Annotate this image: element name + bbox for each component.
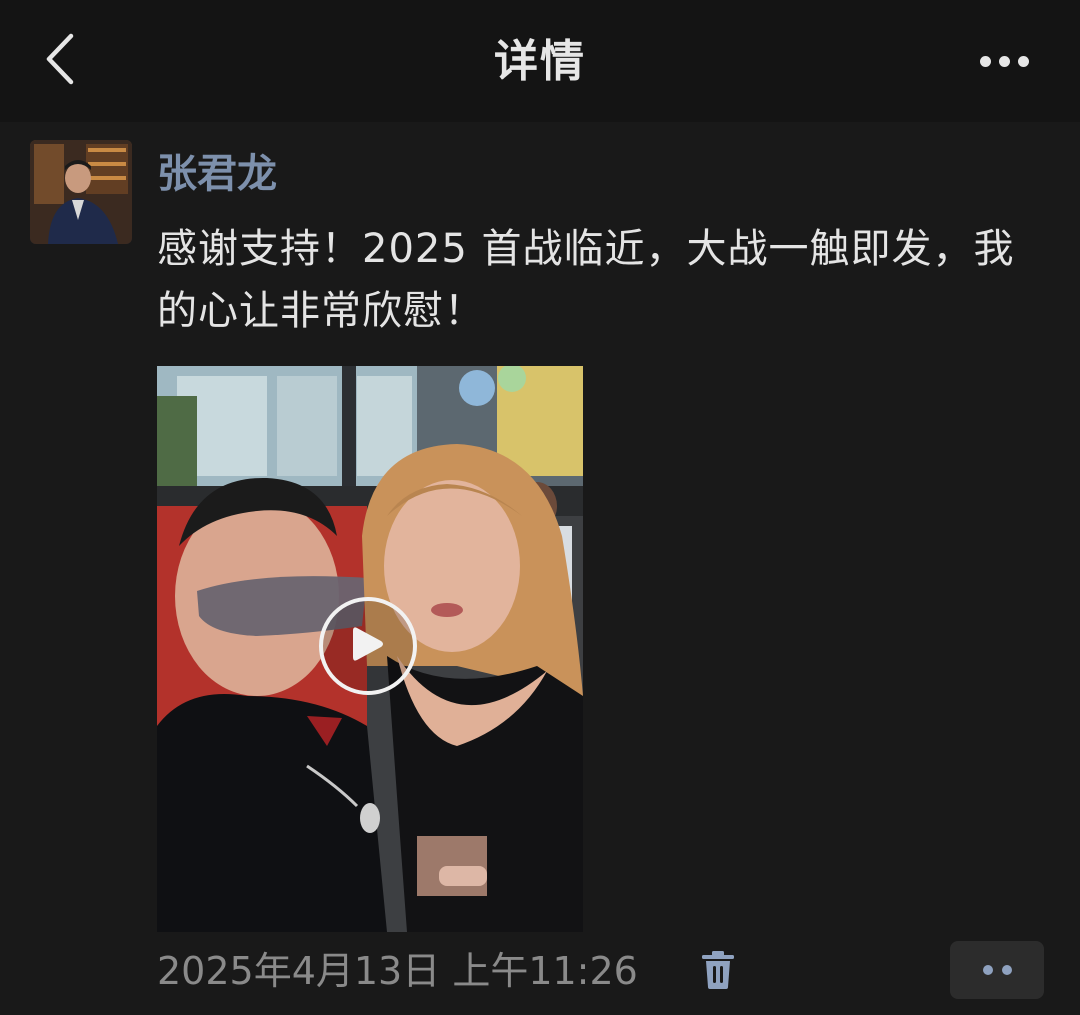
trash-icon: [700, 950, 736, 994]
more-dot: [1017, 55, 1029, 67]
page-title: 详情: [494, 36, 586, 87]
more-dot: [998, 55, 1010, 67]
more-dots-icon: [979, 55, 991, 67]
play-button[interactable]: [319, 597, 417, 695]
two-dots-icon: [982, 965, 993, 975]
author-name[interactable]: 张君龙: [157, 146, 277, 202]
navigation-bar: 详情: [0, 0, 1080, 122]
post-timestamp: 2025年4月13日 上午11:26: [157, 949, 638, 993]
action-dot: [1001, 965, 1012, 975]
avatar[interactable]: [30, 140, 132, 244]
moments-detail-screen: 详情 张君龙 感谢支持！2025 首战临近，大战一触即发，我的心让非常欣慰！ 2…: [0, 0, 1080, 1015]
video-thumbnail[interactable]: [157, 366, 583, 932]
like-comment-button[interactable]: [950, 941, 1044, 999]
post-text: 感谢支持！2025 首战临近，大战一触即发，我的心让非常欣慰！: [157, 226, 1015, 334]
delete-button[interactable]: [696, 948, 740, 996]
play-icon: [351, 625, 385, 667]
more-options-button[interactable]: [966, 38, 1042, 84]
